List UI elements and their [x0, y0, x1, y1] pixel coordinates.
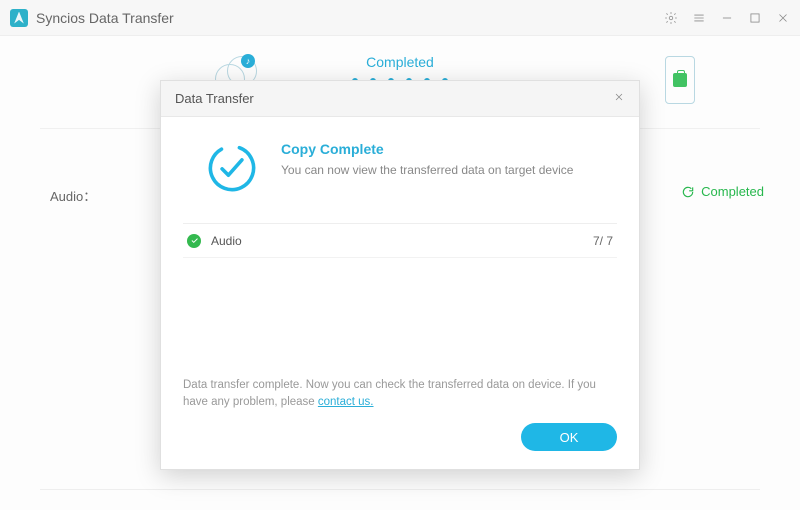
- footer-prefix: Data transfer complete. Now you can chec…: [183, 379, 596, 408]
- refresh-check-icon: [681, 185, 695, 199]
- dialog-title: Data Transfer: [175, 91, 254, 106]
- dialog-close-button[interactable]: [613, 91, 625, 106]
- hero-section: Copy Complete You can now view the trans…: [161, 117, 639, 205]
- maximize-button[interactable]: [748, 11, 762, 25]
- transfer-list: Audio 7/ 7: [183, 223, 617, 258]
- title-bar: Syncios Data Transfer: [0, 0, 800, 36]
- hero-title: Copy Complete: [281, 141, 573, 157]
- hero-text: Copy Complete You can now view the trans…: [281, 141, 573, 195]
- dialog-header: Data Transfer: [161, 81, 639, 117]
- menu-icon[interactable]: [692, 11, 706, 25]
- hero-subtitle: You can now view the transferred data on…: [281, 163, 573, 177]
- item-label: Audio: [211, 234, 242, 248]
- dialog-footer: Data transfer complete. Now you can chec…: [183, 377, 617, 452]
- device-icon: [665, 56, 695, 104]
- status-badge: Completed: [681, 184, 764, 199]
- gear-icon[interactable]: [664, 11, 678, 25]
- item-count: 7/ 7: [593, 234, 613, 248]
- ok-button[interactable]: OK: [521, 423, 617, 451]
- contact-us-link[interactable]: contact us.: [318, 396, 374, 408]
- bottom-divider: [40, 489, 760, 490]
- complete-check-icon: [205, 141, 259, 195]
- category-label: Audio：: [50, 186, 96, 205]
- close-button[interactable]: [776, 11, 790, 25]
- window-controls: [664, 11, 790, 25]
- app-title: Syncios Data Transfer: [36, 10, 174, 26]
- app-logo-icon: [10, 9, 28, 27]
- minimize-button[interactable]: [720, 11, 734, 25]
- data-transfer-dialog: Data Transfer Copy Complete You can now …: [160, 80, 640, 470]
- list-item: Audio 7/ 7: [183, 224, 617, 258]
- status-text: Completed: [701, 184, 764, 199]
- success-check-icon: [187, 234, 201, 248]
- footer-message: Data transfer complete. Now you can chec…: [183, 377, 617, 412]
- close-icon: [613, 91, 625, 103]
